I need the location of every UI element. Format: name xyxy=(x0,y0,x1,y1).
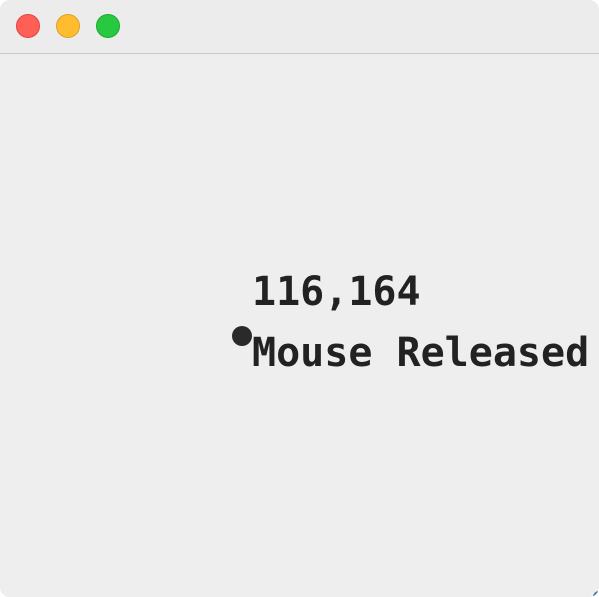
title-bar[interactable] xyxy=(0,0,599,54)
close-icon[interactable] xyxy=(16,14,40,38)
mouse-coordinates-label: 116,164 xyxy=(252,269,421,315)
maximize-icon[interactable] xyxy=(96,14,120,38)
mouse-event-label: Mouse Released xyxy=(252,330,590,376)
app-window: 116,164 Mouse Released xyxy=(0,0,599,597)
minimize-icon[interactable] xyxy=(56,14,80,38)
cursor-marker xyxy=(232,326,252,346)
canvas-area[interactable]: 116,164 Mouse Released xyxy=(0,54,599,597)
resize-corner xyxy=(593,591,599,597)
